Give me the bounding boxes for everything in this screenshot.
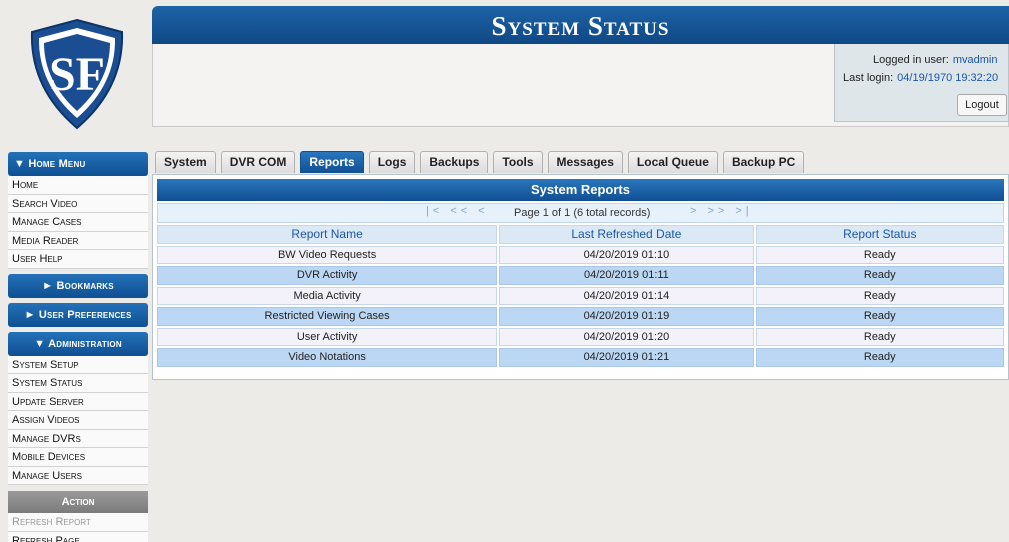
tab-messages[interactable]: Messages [547,151,623,173]
table-row[interactable]: Restricted Viewing Cases 04/20/2019 01:1… [157,307,1004,326]
sidebar-item-manage-dvrs[interactable]: Manage DVRs [8,429,148,448]
sf-shield-logo: SF [28,18,126,130]
sidebar-item-system-status[interactable]: System Status [8,374,148,393]
home-menu-header[interactable]: ▼ Home Menu [8,152,148,176]
sidebar-item-user-help[interactable]: User Help [8,250,148,269]
sidebar: ▼ Home Menu Home Search Video Manage Cas… [8,152,148,542]
sidebar-item-mobile-devices[interactable]: Mobile Devices [8,448,148,467]
report-name-cell[interactable]: Restricted Viewing Cases [157,307,498,326]
table-header-row: Report Name Last Refreshed Date Report S… [157,225,1004,244]
bookmarks-header[interactable]: ► Bookmarks [8,273,148,298]
logged-in-label: Logged in user: [873,54,949,66]
svg-text:SF: SF [49,48,105,101]
column-header-last-refreshed[interactable]: Last Refreshed Date [499,225,754,244]
status-cell: Ready [755,348,1004,367]
table-row[interactable]: DVR Activity 04/20/2019 01:11 Ready [157,266,1004,285]
action-refresh-report[interactable]: Refresh Report [8,513,148,532]
report-name-cell[interactable]: DVR Activity [157,266,498,285]
refreshed-date-cell: 04/20/2019 01:19 [499,307,754,326]
system-reports-panel: System Reports |< << < Page 1 of 1 (6 to… [152,174,1009,380]
status-cell: Ready [755,327,1004,346]
tab-backup-pc[interactable]: Backup PC [722,151,805,173]
sidebar-item-home[interactable]: Home [8,176,148,195]
status-cell: Ready [755,286,1004,305]
refreshed-date-cell: 04/20/2019 01:10 [499,245,754,264]
table-row[interactable]: User Activity 04/20/2019 01:20 Ready [157,327,1004,346]
sidebar-item-update-server[interactable]: Update Server [8,392,148,411]
pager-info: Page 1 of 1 (6 total records) [514,207,651,219]
tab-tools[interactable]: Tools [493,151,543,173]
sidebar-item-media-reader[interactable]: Media Reader [8,231,148,250]
report-name-cell[interactable]: Media Activity [157,286,498,305]
status-cell: Ready [755,307,1004,326]
pager-next-last-icons[interactable]: > >> >| [690,205,753,217]
status-cell: Ready [755,245,1004,264]
tab-backups[interactable]: Backups [420,151,489,173]
report-name-cell[interactable]: User Activity [157,327,498,346]
logout-button[interactable]: Logout [957,94,1007,116]
refreshed-date-cell: 04/20/2019 01:14 [499,286,754,305]
logged-in-user[interactable]: mvadmin [953,52,998,68]
table-title: System Reports [157,179,1004,201]
table-row[interactable]: Video Notations 04/20/2019 01:21 Ready [157,348,1004,367]
table-row[interactable]: BW Video Requests 04/20/2019 01:10 Ready [157,245,1004,264]
user-preferences-header[interactable]: ► User Preferences [8,302,148,327]
administration-header[interactable]: ▼ Administration [8,331,148,356]
refreshed-date-cell: 04/20/2019 01:20 [499,327,754,346]
table-row[interactable]: Media Activity 04/20/2019 01:14 Ready [157,286,1004,305]
pager: |< << < Page 1 of 1 (6 total records) > … [157,203,1004,223]
tab-bar: System DVR COM Reports Logs Backups Tool… [155,151,805,173]
report-name-cell[interactable]: BW Video Requests [157,245,498,264]
sidebar-item-system-setup[interactable]: System Setup [8,355,148,374]
tab-logs[interactable]: Logs [368,151,416,173]
tab-local-queue[interactable]: Local Queue [627,151,718,173]
sidebar-item-manage-cases[interactable]: Manage Cases [8,213,148,232]
pager-first-prev-icons[interactable]: |< << < [426,205,489,217]
column-header-report-status[interactable]: Report Status [755,225,1004,244]
action-header: Action [8,491,148,513]
report-name-cell[interactable]: Video Notations [157,348,498,367]
refreshed-date-cell: 04/20/2019 01:21 [499,348,754,367]
tab-dvr-com[interactable]: DVR COM [220,151,296,173]
sidebar-item-manage-users[interactable]: Manage Users [8,466,148,485]
last-login-value: 04/19/1970 19:32:20 [897,72,999,84]
action-refresh-page[interactable]: Refresh Page [8,531,148,542]
sidebar-item-search-video[interactable]: Search Video [8,194,148,213]
last-login-label: Last login: [843,72,894,84]
tab-reports[interactable]: Reports [300,151,364,173]
reports-grid: Report Name Last Refreshed Date Report S… [157,225,1004,367]
refreshed-date-cell: 04/20/2019 01:11 [499,266,754,285]
page-title: System Status [152,6,1009,46]
tab-system[interactable]: System [155,151,216,173]
login-info-panel: Logged in user: mvadmin Last login: 04/1… [834,44,1009,122]
sidebar-item-assign-videos[interactable]: Assign Videos [8,411,148,430]
column-header-report-name[interactable]: Report Name [157,225,498,244]
status-cell: Ready [755,266,1004,285]
